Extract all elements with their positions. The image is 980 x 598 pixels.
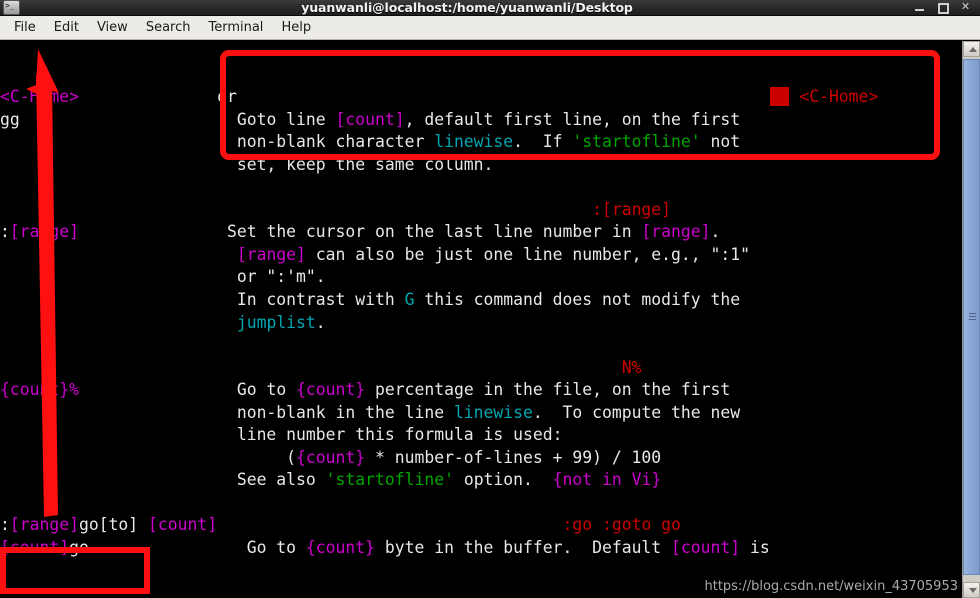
menubar: File Edit View Search Terminal Help (0, 16, 980, 40)
terminal-line: :[range]go[to] [count] :go :goto go (0, 515, 681, 535)
terminal-line: :[range] (592, 199, 672, 219)
terminal-content[interactable]: <C-Home> or gg <C-Home> gg Goto line [cou… (0, 41, 962, 598)
terminal-line: jumplist. (236, 312, 326, 332)
terminal-line: In contrast with G this command does not… (0, 290, 741, 310)
window-title: yuanwanli@localhost:/home/yuanwanli/Desk… (301, 0, 633, 15)
maximize-button[interactable] (937, 2, 949, 14)
menu-item-search[interactable]: Search (137, 18, 200, 37)
vim-help-text: <C-Home> or gg <C-Home> gg Goto line [cou… (0, 86, 962, 559)
terminal-line: or ":'m". (0, 267, 326, 287)
scroll-down-icon[interactable] (963, 582, 980, 598)
terminal-line: [range] can also be just one line number… (236, 244, 750, 264)
terminal-line: gg Goto line [count], default first line… (0, 109, 741, 129)
minimize-button[interactable] (914, 2, 925, 13)
terminal-line: N% (621, 357, 642, 377)
menu-item-help[interactable]: Help (272, 18, 320, 37)
window-titlebar: yuanwanli@localhost:/home/yuanwanli/Desk… (0, 0, 980, 16)
terminal-line: [count]go Go to {count} byte in the buff… (0, 538, 770, 558)
menu-item-view[interactable]: View (88, 18, 137, 37)
terminal-line: <C-Home> or gg <C-Home> (0, 87, 879, 107)
terminal-line: {count}% Go to {count} percentage in the… (0, 380, 731, 400)
terminal-line: set, keep the same column. (0, 154, 494, 174)
terminal-line: :[range] Set the cursor on the last line… (0, 222, 721, 242)
terminal-window: yuanwanli@localhost:/home/yuanwanli/Desk… (0, 0, 980, 598)
menu-item-file[interactable]: File (5, 18, 45, 37)
menu-item-edit[interactable]: Edit (45, 18, 88, 37)
scrollbar-track[interactable] (963, 57, 980, 582)
close-button[interactable] (960, 1, 971, 13)
terminal-line: non-blank character linewise. If 'starto… (0, 132, 741, 152)
terminal-icon (3, 0, 20, 15)
scrollbar-thumb[interactable] (963, 59, 980, 575)
window-controls (914, 1, 971, 14)
scroll-up-icon[interactable] (963, 41, 980, 57)
terminal-line: line number this formula is used: (0, 425, 563, 445)
terminal-scrollbar[interactable] (962, 41, 980, 598)
scrollbar-grip-icon (969, 313, 976, 321)
terminal-line: See also 'startofline' option. {not in V… (0, 470, 662, 490)
terminal-line: non-blank in the line linewise. To compu… (0, 402, 741, 422)
menu-item-terminal[interactable]: Terminal (199, 18, 272, 37)
terminal-line: ({count} * number-of-lines + 99) / 100 (0, 447, 662, 467)
